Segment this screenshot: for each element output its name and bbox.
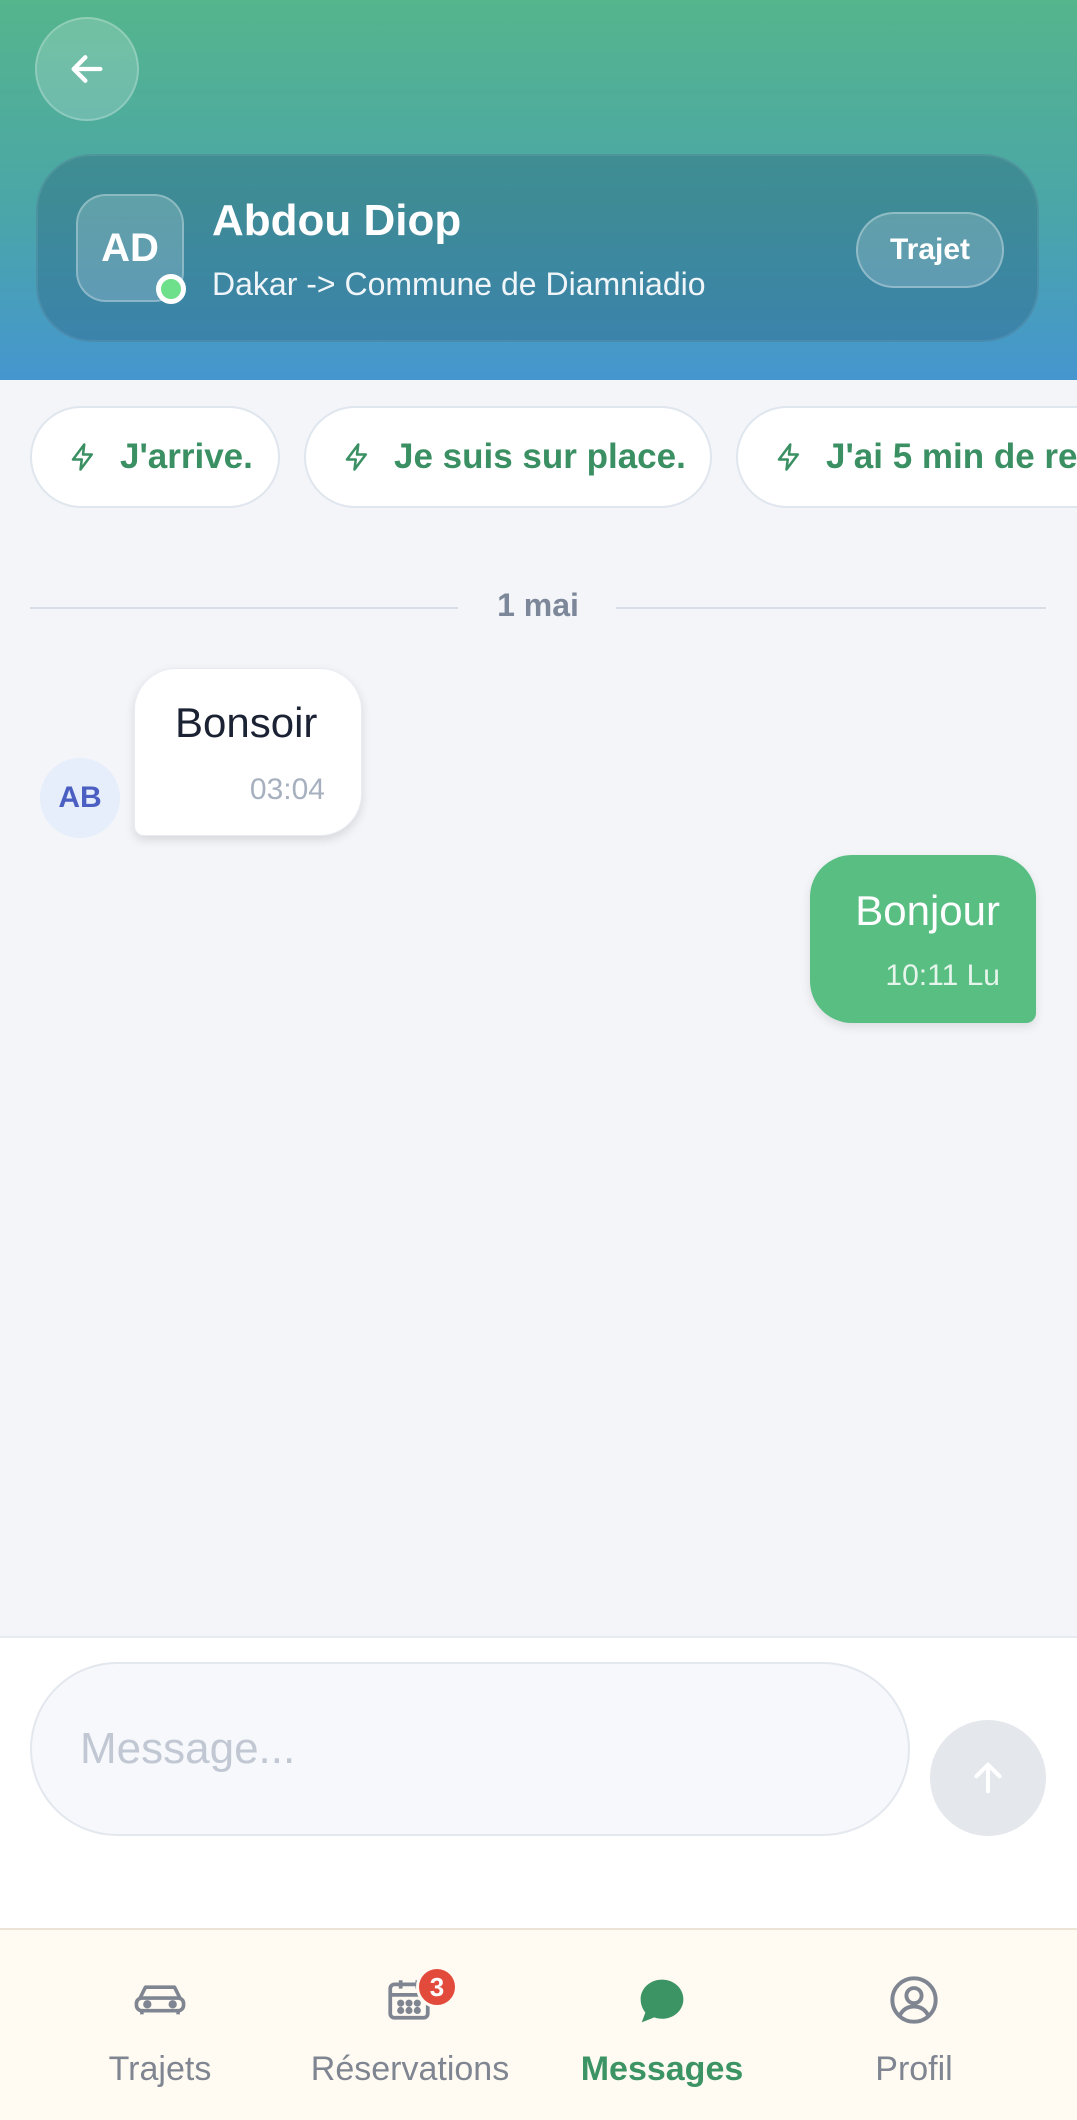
message-text: Bonsoir — [175, 699, 318, 746]
nav-item-reservations[interactable]: 3 Réservations — [290, 1930, 530, 2120]
contact-card: AD Abdou Diop Dakar -> Commune de Diamni… — [36, 154, 1039, 342]
back-button[interactable] — [35, 17, 139, 121]
nav-label: Profil — [875, 2050, 953, 2088]
nav-item-messages[interactable]: Messages — [562, 1930, 762, 2120]
quick-reply-chip[interactable]: J'arrive. — [30, 406, 280, 508]
incoming-message[interactable]: Bonsoir 03:04 — [134, 668, 362, 836]
read-status: Lu — [966, 959, 1000, 992]
quick-reply-label: Je suis sur place. — [394, 437, 686, 476]
bolt-icon — [777, 443, 799, 471]
quick-reply-chip[interactable]: Je suis sur place. — [304, 406, 712, 508]
message-composer — [0, 1636, 1077, 1928]
trip-button[interactable]: Trajet — [856, 212, 1004, 288]
quick-reply-label: J'ai 5 min de ret — [826, 437, 1077, 476]
date-divider-line — [616, 607, 1046, 609]
quick-reply-label: J'arrive. — [120, 437, 253, 476]
date-divider-label: 1 mai — [497, 587, 579, 623]
message-meta: 10:11 Lu — [885, 959, 1000, 993]
nav-label: Réservations — [310, 2050, 510, 2088]
arrow-left-icon — [71, 55, 103, 83]
send-button[interactable] — [930, 1720, 1046, 1836]
sender-avatar: AB — [40, 758, 120, 838]
car-icon — [134, 1985, 186, 2015]
contact-name: Abdou Diop — [212, 196, 462, 245]
outgoing-message[interactable]: Bonjour 10:11 Lu — [810, 855, 1036, 1023]
bolt-icon — [345, 443, 367, 471]
chat-header: AD Abdou Diop Dakar -> Commune de Diamni… — [0, 0, 1077, 380]
message-input[interactable] — [30, 1662, 910, 1836]
date-divider-line — [30, 607, 458, 609]
quick-reply-chip[interactable]: J'ai 5 min de ret — [736, 406, 1077, 508]
message-text: Bonjour — [855, 887, 1000, 934]
nav-item-trajets[interactable]: Trajets — [60, 1930, 260, 2120]
bottom-navigation: Trajets 3 Réservations Messages Profil — [0, 1928, 1077, 2120]
bolt-icon — [71, 443, 93, 471]
user-circle-icon — [890, 1976, 938, 2024]
notification-badge: 3 — [416, 1966, 458, 2008]
message-time: 10:11 — [885, 959, 959, 992]
online-status-dot — [156, 274, 186, 304]
nav-item-profil[interactable]: Profil — [814, 1930, 1014, 2120]
nav-label: Messages — [580, 2050, 744, 2088]
nav-label: Trajets — [108, 2050, 212, 2088]
message-time: 03:04 — [249, 773, 325, 806]
chat-bubble-icon — [640, 1979, 684, 2023]
arrow-up-icon — [974, 1762, 1002, 1794]
quick-replies: J'arrive. Je suis sur place. J'ai 5 min … — [0, 406, 1077, 510]
contact-route: Dakar -> Commune de Diamniadio — [212, 266, 706, 302]
